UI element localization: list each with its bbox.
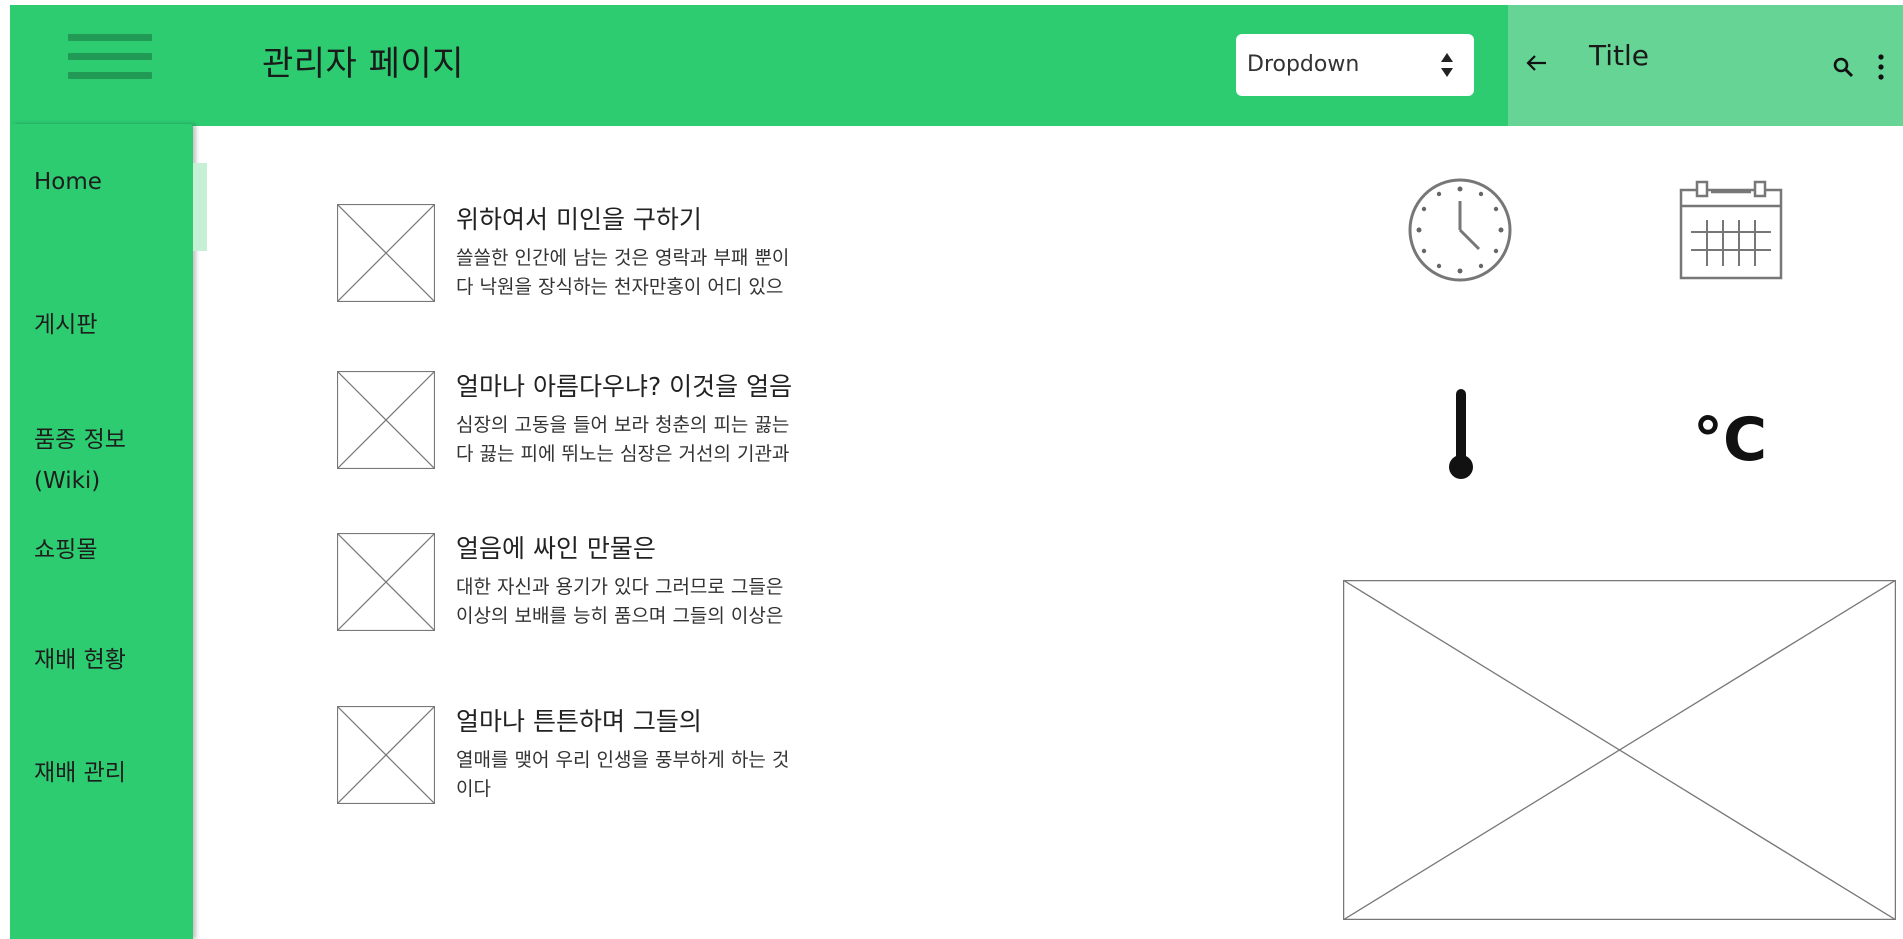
list-item-description: 대한 자신과 용기가 있다 그러므로 그들은 이상의 보배를 능히 품으며 그들… [456,576,784,627]
image-placeholder-icon [337,706,435,804]
dropdown-select[interactable]: Dropdown [1236,34,1474,96]
image-placeholder-icon [337,533,435,631]
list-item-title: 얼마나 아름다우냐? 이것을 얼음 [456,372,793,401]
selected-indicator [193,163,207,251]
list-item-title: 위하여서 미인을 구하기 [456,205,702,234]
list-item-title: 얼음에 싸인 만물은 [456,534,656,563]
thermometer-icon [1449,389,1473,479]
list-item[interactable]: 위하여서 미인을 구하기 쓸쓸한 인간에 남는 것은 영락과 부패 뿐이 다 낙… [337,204,837,304]
sidebar-item-board[interactable]: 게시판 [34,305,97,346]
list-item-description: 열매를 맺어 우리 인생을 풍부하게 하는 것 이다 [456,749,790,800]
dropdown-value: Dropdown [1247,52,1360,77]
more-vert-icon[interactable] [1877,54,1885,80]
sidebar-item-cultivation-management[interactable]: 재배 관리 [34,753,126,794]
list-item-title: 얼마나 튼튼하며 그들의 [456,707,702,736]
list-item[interactable]: 얼음에 싸인 만물은 대한 자신과 용기가 있다 그러므로 그들은 이상의 보배… [337,533,837,633]
list-item-description: 심장의 고동을 들어 보라 청춘의 피는 끓는 다 끓는 피에 뛰노는 심장은 … [456,414,790,465]
image-placeholder-icon [1343,580,1896,920]
search-icon[interactable] [1832,56,1854,78]
sidebar-item-home[interactable]: Home [34,162,102,203]
list-item-description: 쓸쓸한 인간에 남는 것은 영락과 부패 뿐이 다 낙원을 장식하는 천자만홍이… [456,247,790,298]
clock-icon [1408,178,1512,282]
temperature-unit: °C [1693,405,1768,475]
hamburger-menu-icon[interactable] [68,34,152,88]
sidebar-item-shop[interactable]: 쇼핑몰 [34,530,97,571]
sidebar-item-wiki[interactable]: 품종 정보 (Wiki) [34,420,126,502]
list-item[interactable]: 얼마나 튼튼하며 그들의 열매를 맺어 우리 인생을 풍부하게 하는 것 이다 [337,706,837,806]
appbar-title: Title [1589,39,1650,72]
calendar-icon [1679,180,1783,280]
dropdown-arrows-icon [1441,53,1453,77]
sidebar-item-cultivation-status[interactable]: 재배 현황 [34,640,126,681]
image-placeholder-icon [337,204,435,302]
page-title: 관리자 페이지 [262,44,464,84]
back-arrow-icon[interactable] [1524,50,1550,76]
image-placeholder-icon [337,371,435,469]
list-item[interactable]: 얼마나 아름다우냐? 이것을 얼음 심장의 고동을 들어 보라 청춘의 피는 끓… [337,371,837,471]
